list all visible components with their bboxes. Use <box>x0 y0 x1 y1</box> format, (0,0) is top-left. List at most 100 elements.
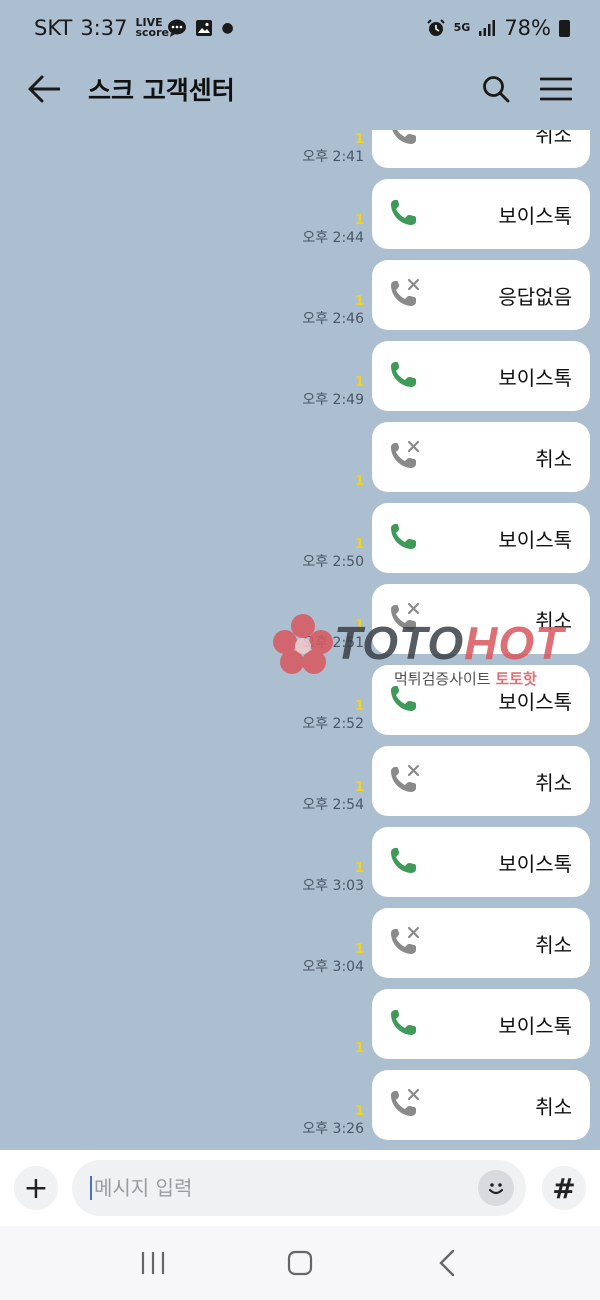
smiley-icon <box>488 1183 504 1195</box>
watermark-brand-part2: HOT <box>464 617 565 669</box>
message-input-container[interactable] <box>72 1160 526 1216</box>
call-label: 보이스톡 <box>498 851 572 876</box>
call-label: 취소 <box>535 130 572 147</box>
call-message[interactable]: 1 오후 3:04 취소 <box>302 908 590 978</box>
unread-count: 1 <box>354 474 364 489</box>
clock: 3:37 <box>80 16 128 40</box>
call-label: 취소 <box>535 770 572 795</box>
status-bar: SKT 3:37 LIVE score ● 5G 78% <box>0 0 600 56</box>
message-time: 오후 2:50 <box>302 554 364 570</box>
call-bubble[interactable]: 응답없음 <box>372 260 590 330</box>
call-message[interactable]: 1 오후 2:50 보이스톡 <box>302 503 590 573</box>
call-label: 응답없음 <box>498 284 572 309</box>
call-message[interactable]: 1 오후 2:49 보이스톡 <box>302 341 590 411</box>
call-message[interactable]: 1 오후 2:54 취소 <box>302 746 590 816</box>
call-bubble[interactable]: 보이스톡 <box>372 503 590 573</box>
carrier: SKT <box>34 16 73 40</box>
call-message[interactable]: 1 오후 3:03 보이스톡 <box>302 827 590 897</box>
emoticon-button[interactable] <box>478 1170 514 1206</box>
message-meta: 1 오후 2:50 <box>302 537 364 571</box>
unread-count: 1 <box>354 861 364 876</box>
message-meta: 1 오후 2:44 <box>302 213 364 247</box>
message-time: 오후 2:41 <box>302 149 364 165</box>
home-button[interactable] <box>280 1243 320 1283</box>
call-bubble[interactable]: 보이스톡 <box>372 989 590 1059</box>
message-time: 오후 3:04 <box>302 959 364 975</box>
network-type: 5G <box>453 21 471 34</box>
back-button[interactable] <box>26 71 62 107</box>
call-bubble[interactable]: 보이스톡 <box>372 341 590 411</box>
message-meta: 1 오후 2:54 <box>302 780 364 814</box>
message-time: 오후 2:54 <box>302 797 364 813</box>
call-message[interactable]: 1 오후 2:44 보이스톡 <box>302 179 590 249</box>
missed-call-icon <box>391 764 420 792</box>
message-input-bar: + # <box>0 1150 600 1226</box>
message-meta: 1 오후 2:52 <box>302 699 364 733</box>
message-time: 오후 3:26 <box>302 1121 364 1137</box>
call-bubble[interactable]: 보이스톡 <box>372 827 590 897</box>
voice-call-icon <box>391 524 416 549</box>
chat-notification-icon <box>168 19 187 37</box>
message-time: 오후 2:49 <box>302 392 364 408</box>
search-button[interactable] <box>478 71 514 107</box>
call-message[interactable]: 1 오후 2:46 응답없음 <box>302 260 590 330</box>
menu-icon <box>540 77 572 101</box>
status-left: SKT 3:37 LIVE score ● <box>34 16 234 40</box>
recent-apps-button[interactable] <box>133 1243 173 1283</box>
system-back-button[interactable] <box>427 1243 467 1283</box>
signal-icon <box>479 20 496 36</box>
unread-count: 1 <box>354 132 364 147</box>
unread-count: 1 <box>354 699 364 714</box>
watermark-subtitle: 먹튀검증사이트 토토핫 <box>394 668 537 689</box>
live-score-icon: LIVE score <box>135 16 169 39</box>
call-label: 보이스톡 <box>498 365 572 390</box>
unread-count: 1 <box>354 537 364 552</box>
message-meta: 1 <box>355 1041 364 1057</box>
chat-header: 스크 고객센터 <box>0 56 600 122</box>
voice-call-icon <box>391 362 416 387</box>
voice-call-icon <box>391 1010 416 1035</box>
call-bubble[interactable]: 취소 <box>372 1070 590 1140</box>
message-meta: 1 오후 3:03 <box>302 861 364 895</box>
back-arrow-icon <box>28 75 60 103</box>
call-label: 취소 <box>535 932 572 957</box>
call-label: 취소 <box>535 1094 572 1119</box>
call-bubble[interactable]: 보이스톡 <box>372 179 590 249</box>
attach-button[interactable]: + <box>14 1166 58 1210</box>
message-time: 오후 3:03 <box>302 878 364 894</box>
watermark-subtitle-text: 먹튀검증사이트 <box>394 670 491 688</box>
battery-icon <box>559 19 570 37</box>
home-icon <box>287 1250 313 1276</box>
voice-call-icon <box>391 200 416 225</box>
message-meta: 1 오후 2:49 <box>302 375 364 409</box>
unread-count: 1 <box>354 942 364 957</box>
watermark-brand: TOTOHOT <box>334 616 564 670</box>
call-message[interactable]: 1 보이스톡 <box>355 989 590 1059</box>
call-message[interactable]: 1 오후 3:26 취소 <box>302 1070 590 1140</box>
call-bubble[interactable]: 취소 <box>372 908 590 978</box>
chevron-left-icon <box>438 1249 454 1277</box>
missed-call-icon <box>391 440 420 468</box>
watermark-subtitle-accent: 토토핫 <box>495 670 537 688</box>
call-bubble[interactable]: 취소 <box>372 422 590 492</box>
voice-call-icon <box>391 848 416 873</box>
call-label: 보이스톡 <box>498 1013 572 1038</box>
call-message[interactable]: 1 취소 <box>355 422 590 492</box>
message-time: 오후 2:46 <box>302 311 364 327</box>
unread-count: 1 <box>354 375 364 390</box>
call-bubble[interactable]: 취소 <box>372 130 590 168</box>
message-input[interactable] <box>94 1176 478 1200</box>
hashtag-search-button[interactable]: # <box>542 1166 586 1210</box>
message-meta: 1 오후 3:04 <box>302 942 364 976</box>
message-meta: 1 오후 2:46 <box>302 294 364 328</box>
unread-count: 1 <box>354 213 364 228</box>
call-bubble[interactable]: 취소 <box>372 746 590 816</box>
search-icon <box>483 76 510 103</box>
call-label: 보이스톡 <box>498 527 572 552</box>
more-notifications-dot: ● <box>221 20 234 36</box>
call-message[interactable]: 1 오후 2:41 취소 <box>302 130 590 168</box>
message-meta: 1 오후 3:26 <box>302 1104 364 1138</box>
message-time: 오후 2:52 <box>302 716 364 732</box>
menu-button[interactable] <box>538 71 574 107</box>
gallery-icon <box>196 20 213 36</box>
